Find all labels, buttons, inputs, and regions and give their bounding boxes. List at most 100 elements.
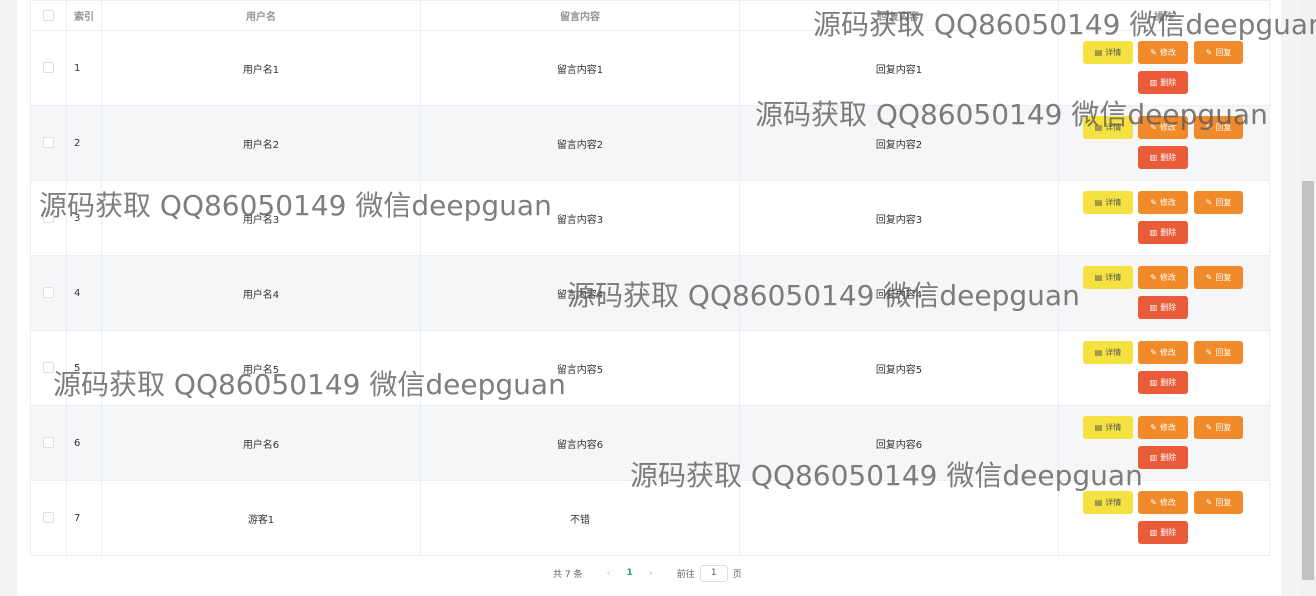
- edit-icon: ✎: [1150, 123, 1157, 132]
- table-row: 6 用户名6 留言内容6 回复内容6 ▤ 详情 ✎ 修改 ✎ 回复 ▥ 删除: [30, 405, 1270, 481]
- row-username: 用户名4: [101, 255, 421, 331]
- delete-button[interactable]: ▥ 删除: [1138, 71, 1188, 94]
- detail-button-label: 详情: [1105, 123, 1122, 132]
- row-message: 留言内容4: [420, 255, 740, 331]
- page-number-current[interactable]: 1: [626, 568, 632, 578]
- page-jump-input[interactable]: [699, 564, 728, 582]
- row-username: 用户名3: [101, 180, 421, 256]
- edit-button[interactable]: ✎ 修改: [1138, 491, 1188, 514]
- reply-button[interactable]: ✎ 回复: [1194, 41, 1243, 64]
- delete-button[interactable]: ▥ 删除: [1138, 371, 1188, 394]
- delete-button[interactable]: ▥ 删除: [1138, 446, 1188, 469]
- document-icon: ▤: [1094, 348, 1103, 357]
- delete-button[interactable]: ▥ 删除: [1138, 296, 1188, 319]
- table-row: 7 游客1 不错 ▤ 详情 ✎ 修改 ✎ 回复 ▥ 删除: [30, 480, 1270, 556]
- edit-icon: ✎: [1205, 498, 1213, 507]
- document-icon: ▤: [1094, 498, 1103, 507]
- row-message: 留言内容1: [420, 30, 740, 106]
- row-message: 不错: [420, 480, 740, 556]
- reply-button[interactable]: ✎ 回复: [1194, 191, 1243, 214]
- column-header-message: 留言内容: [420, 0, 740, 31]
- delete-button-label: 删除: [1160, 303, 1177, 312]
- scrollbar-thumb[interactable]: [1302, 181, 1314, 580]
- row-select-cell[interactable]: [30, 405, 67, 481]
- edit-button[interactable]: ✎ 修改: [1138, 116, 1188, 139]
- row-checkbox[interactable]: [43, 512, 54, 524]
- detail-button-label: 详情: [1105, 48, 1122, 57]
- edit-button[interactable]: ✎ 修改: [1138, 266, 1188, 289]
- row-select-cell[interactable]: [30, 30, 67, 106]
- detail-button[interactable]: ▤ 详情: [1083, 116, 1133, 139]
- row-select-cell[interactable]: [30, 105, 67, 181]
- reply-button[interactable]: ✎ 回复: [1194, 116, 1243, 139]
- row-select-cell[interactable]: [30, 180, 67, 256]
- column-header-index: 索引: [66, 0, 102, 31]
- reply-button[interactable]: ✎ 回复: [1194, 341, 1243, 364]
- row-username: 用户名6: [101, 405, 421, 481]
- reply-button[interactable]: ✎ 回复: [1194, 416, 1243, 439]
- row-checkbox[interactable]: [43, 362, 54, 374]
- delete-button[interactable]: ▥ 删除: [1138, 221, 1188, 244]
- delete-button[interactable]: ▥ 删除: [1138, 146, 1188, 169]
- detail-button-label: 详情: [1105, 198, 1122, 207]
- edit-button[interactable]: ✎ 修改: [1138, 191, 1188, 214]
- select-all-checkbox[interactable]: [43, 9, 54, 21]
- trash-icon: ▥: [1149, 303, 1158, 312]
- row-select-cell[interactable]: [30, 480, 67, 556]
- row-reply: [739, 480, 1059, 556]
- row-index: 2: [66, 105, 102, 181]
- trash-icon: ▥: [1149, 78, 1158, 87]
- reply-button[interactable]: ✎ 回复: [1194, 266, 1243, 289]
- row-index: 6: [66, 405, 102, 481]
- select-all-cell[interactable]: [30, 0, 67, 31]
- row-action-group: ▤ 详情 ✎ 修改 ✎ 回复 ▥ 删除: [1060, 182, 1269, 255]
- row-checkbox[interactable]: [43, 62, 54, 74]
- detail-button[interactable]: ▤ 详情: [1083, 191, 1133, 214]
- delete-button-label: 删除: [1160, 153, 1177, 162]
- reply-button[interactable]: ✎ 回复: [1194, 491, 1243, 514]
- row-select-cell[interactable]: [30, 255, 67, 331]
- row-reply: 回复内容6: [739, 405, 1059, 481]
- row-index: 3: [66, 180, 102, 256]
- edit-button[interactable]: ✎ 修改: [1138, 341, 1188, 364]
- prev-page-button[interactable]: ‹: [606, 568, 610, 579]
- row-select-cell[interactable]: [30, 330, 67, 406]
- row-checkbox[interactable]: [43, 212, 54, 224]
- delete-button-label: 删除: [1160, 378, 1177, 387]
- row-reply: 回复内容4: [739, 255, 1059, 331]
- row-index: 4: [66, 255, 102, 331]
- detail-button[interactable]: ▤ 详情: [1083, 266, 1133, 289]
- row-action-group: ▤ 详情 ✎ 修改 ✎ 回复 ▥ 删除: [1060, 332, 1269, 405]
- detail-button[interactable]: ▤ 详情: [1083, 41, 1133, 64]
- row-checkbox[interactable]: [43, 437, 54, 449]
- edit-button[interactable]: ✎ 修改: [1138, 416, 1188, 439]
- next-page-button[interactable]: ›: [649, 568, 653, 579]
- detail-button[interactable]: ▤ 详情: [1083, 491, 1133, 514]
- row-reply: 回复内容5: [739, 330, 1059, 406]
- detail-button-label: 详情: [1105, 348, 1122, 357]
- edit-icon: ✎: [1205, 273, 1213, 282]
- reply-button-label: 回复: [1215, 498, 1232, 507]
- row-action-group: ▤ 详情 ✎ 修改 ✎ 回复 ▥ 删除: [1060, 32, 1269, 105]
- table-header-row: 索引 用户名 留言内容 回复内容 操作: [30, 0, 1270, 31]
- detail-button[interactable]: ▤ 详情: [1083, 341, 1133, 364]
- message-table: 索引 用户名 留言内容 回复内容 操作 1 用户名1 留言内容1 回复内容1 ▤…: [30, 0, 1270, 556]
- row-actions: ▤ 详情 ✎ 修改 ✎ 回复 ▥ 删除: [1058, 330, 1270, 406]
- edit-button-label: 修改: [1159, 348, 1176, 357]
- document-icon: ▤: [1094, 48, 1103, 57]
- edit-icon: ✎: [1205, 348, 1213, 357]
- column-header-reply: 回复内容: [739, 0, 1059, 31]
- edit-button-label: 修改: [1159, 198, 1176, 207]
- row-message: 留言内容3: [420, 180, 740, 256]
- edit-button[interactable]: ✎ 修改: [1138, 41, 1188, 64]
- row-action-group: ▤ 详情 ✎ 修改 ✎ 回复 ▥ 删除: [1060, 257, 1269, 330]
- row-message: 留言内容5: [420, 330, 740, 406]
- row-index: 7: [66, 480, 102, 556]
- row-checkbox[interactable]: [43, 137, 54, 149]
- row-checkbox[interactable]: [43, 287, 54, 299]
- detail-button-label: 详情: [1105, 273, 1122, 282]
- detail-button[interactable]: ▤ 详情: [1083, 416, 1133, 439]
- delete-button[interactable]: ▥ 删除: [1138, 521, 1188, 544]
- reply-button-label: 回复: [1215, 198, 1232, 207]
- row-message: 留言内容6: [420, 405, 740, 481]
